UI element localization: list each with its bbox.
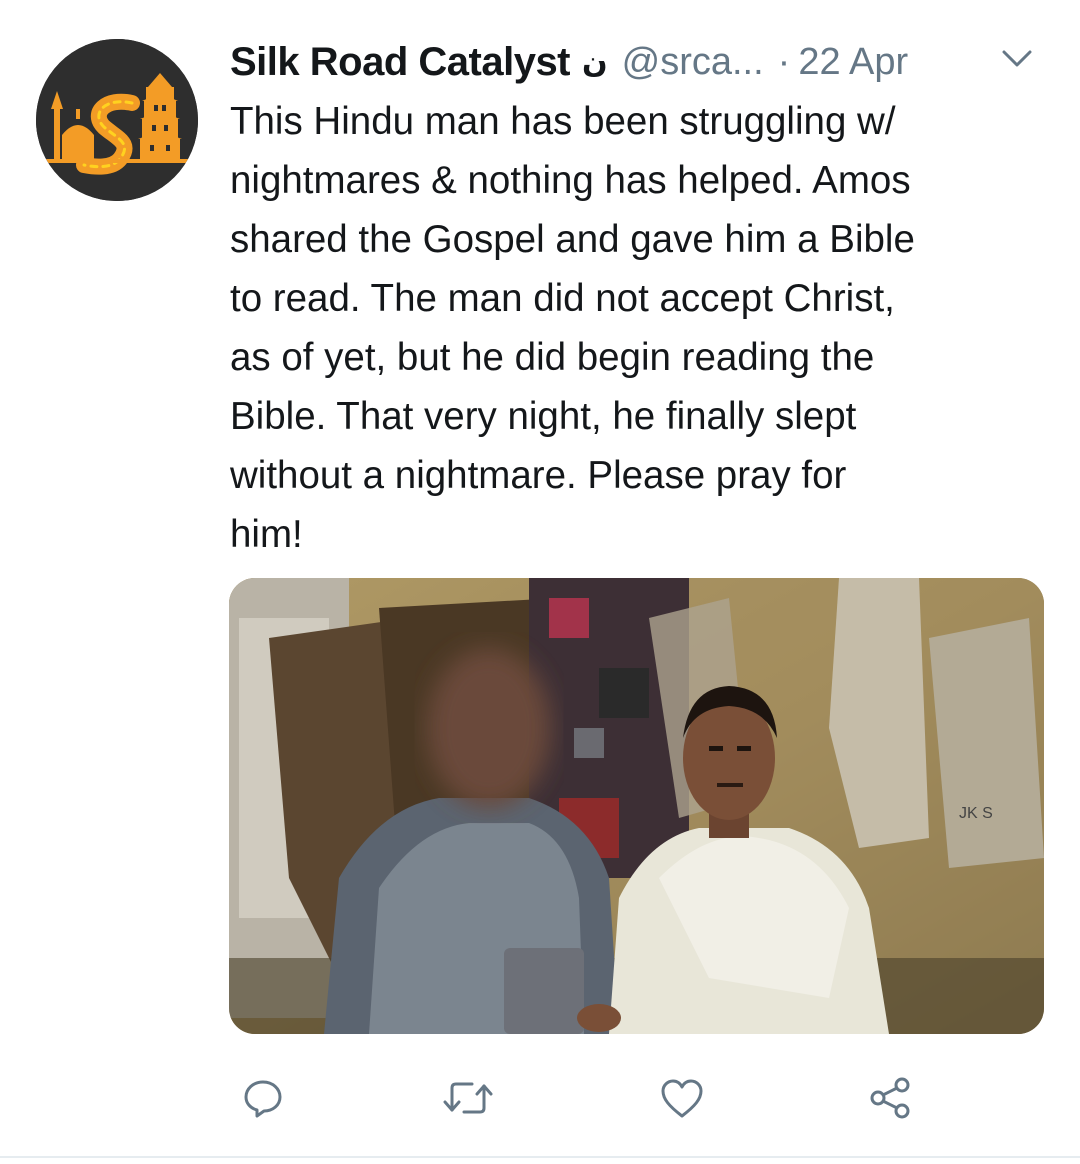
reply-icon — [244, 1080, 282, 1118]
like-icon — [661, 1079, 703, 1118]
like-button[interactable] — [654, 1070, 710, 1126]
tweet-header: Silk Road Catalyst ن @srca... · 22 Apr — [230, 32, 1050, 92]
photo-image: JK S — [229, 578, 1044, 1034]
tweet-photo[interactable]: JK S — [229, 578, 1044, 1034]
chevron-down-icon[interactable] — [1000, 46, 1034, 70]
tweet-text: This Hindu man has been struggling w/ ni… — [230, 100, 915, 556]
display-name[interactable]: Silk Road Catalyst — [230, 40, 571, 85]
silk-road-logo-icon — [36, 39, 198, 201]
tweet-card[interactable]: Silk Road Catalyst ن @srca... · 22 Apr T… — [0, 0, 1080, 1164]
retweet-icon — [443, 1082, 493, 1114]
share-button[interactable] — [863, 1070, 919, 1126]
avatar[interactable] — [36, 39, 198, 201]
user-handle[interactable]: @srca... — [622, 41, 764, 84]
retweet-button[interactable] — [440, 1070, 496, 1126]
name-glyph: ن — [582, 44, 608, 80]
share-icon — [870, 1077, 910, 1119]
tweet-date[interactable]: 22 Apr — [798, 41, 908, 84]
reply-button[interactable] — [235, 1070, 291, 1126]
separator-dot: · — [777, 40, 791, 83]
tweet-actions — [0, 1070, 1080, 1126]
divider — [0, 1156, 1080, 1158]
bag-print: JK S — [959, 805, 993, 822]
